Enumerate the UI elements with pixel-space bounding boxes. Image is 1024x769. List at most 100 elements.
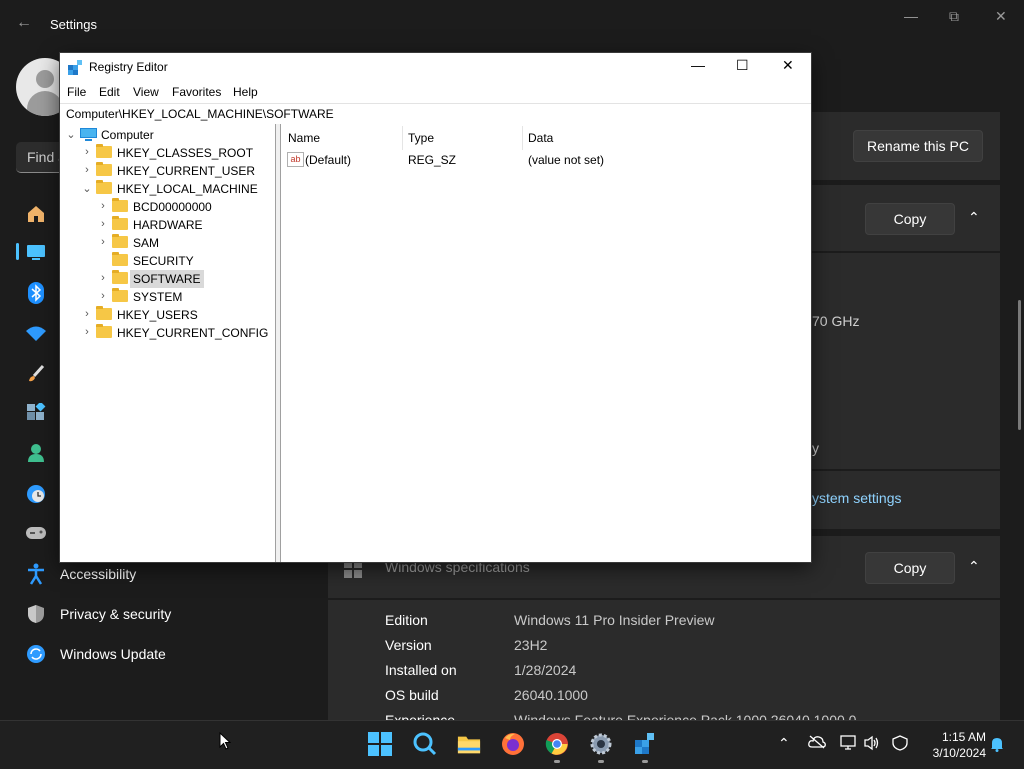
registry-editor-window: Registry Editor — ☐ ✕ File Edit View Fav… <box>60 53 811 562</box>
rename-pc-button[interactable]: Rename this PC <box>853 130 983 162</box>
clock-globe-icon[interactable] <box>25 483 47 505</box>
close-icon[interactable]: ✕ <box>782 57 794 74</box>
nav-item-windows-update[interactable]: Windows Update <box>60 646 166 662</box>
regedit-titlebar[interactable]: Registry Editor — ☐ ✕ <box>60 53 811 82</box>
chevron-right-icon[interactable]: › <box>97 272 109 284</box>
regedit-title: Registry Editor <box>89 60 168 74</box>
search-icon[interactable] <box>413 732 437 756</box>
regedit-app-icon <box>68 60 83 75</box>
folder-icon <box>96 306 112 321</box>
menu-edit[interactable]: Edit <box>99 85 120 99</box>
mouse-cursor-icon <box>219 731 232 753</box>
chevron-right-icon[interactable]: › <box>97 290 109 302</box>
wifi-icon[interactable] <box>25 322 47 344</box>
value-name: (Default) <box>305 153 352 167</box>
chevron-right-icon[interactable]: › <box>81 308 93 320</box>
menu-file[interactable]: File <box>67 85 86 99</box>
spec-label-installed: Installed on <box>385 662 457 678</box>
clock-time: 1:15 AM <box>941 730 986 744</box>
maximize-icon[interactable]: ☐ <box>736 57 749 74</box>
apps-icon[interactable] <box>25 402 47 424</box>
folder-icon <box>96 324 112 339</box>
chevron-right-icon[interactable]: › <box>81 326 93 338</box>
chevron-right-icon[interactable]: › <box>97 218 109 230</box>
advanced-system-settings-link[interactable]: ystem settings <box>812 490 901 506</box>
settings-gear-icon[interactable] <box>589 732 613 756</box>
chevron-right-icon[interactable]: › <box>81 164 93 176</box>
nav-item-accessibility[interactable]: Accessibility <box>60 566 136 582</box>
tree-label: HKEY_CURRENT_USER <box>117 164 256 178</box>
chevron-right-icon[interactable]: › <box>97 236 109 248</box>
chevron-down-icon[interactable]: ⌄ <box>81 182 93 195</box>
folder-open-icon <box>96 180 112 195</box>
network-icon[interactable] <box>840 735 858 754</box>
back-arrow-icon[interactable]: ← <box>16 14 32 32</box>
spec-label-edition: Edition <box>385 612 428 628</box>
chevron-down-icon[interactable]: ⌄ <box>65 128 77 141</box>
copy-device-specs-button[interactable]: Copy <box>865 203 955 235</box>
update-icon[interactable] <box>25 643 47 665</box>
address-bar[interactable]: Computer\HKEY_LOCAL_MACHINE\SOFTWARE <box>60 103 811 125</box>
taskbar-clock[interactable]: 1:15 AM 3/10/2024 <box>916 729 986 761</box>
running-indicator <box>598 760 604 763</box>
running-indicator <box>554 760 560 763</box>
chevron-right-icon[interactable]: › <box>81 146 93 158</box>
tree-label: SOFTWARE <box>130 270 204 288</box>
minimize-icon[interactable]: — <box>691 57 705 73</box>
regedit-menubar: File Edit View Favorites Help <box>60 82 811 102</box>
tree-label: HKEY_LOCAL_MACHINE <box>117 182 258 196</box>
folder-icon <box>112 252 128 267</box>
restore-icon[interactable]: ⧉ <box>949 8 959 25</box>
nav-item-privacy-security[interactable]: Privacy & security <box>60 606 171 622</box>
value-type: REG_SZ <box>408 153 457 167</box>
menu-view[interactable]: View <box>133 85 159 99</box>
chevron-right-icon[interactable]: › <box>97 200 109 212</box>
accessibility-icon[interactable] <box>25 563 47 585</box>
column-divider[interactable] <box>522 126 523 150</box>
chevron-up-icon[interactable]: ⌃ <box>968 558 980 575</box>
spec-value-os-build: 26040.1000 <box>514 687 588 703</box>
column-header-data[interactable]: Data <box>528 131 553 145</box>
gamepad-icon[interactable] <box>25 522 47 544</box>
regedit-icon[interactable] <box>633 732 657 756</box>
chrome-icon[interactable] <box>545 732 569 756</box>
tree-label: SYSTEM <box>133 290 183 304</box>
windows-logo-icon <box>344 560 362 581</box>
copy-windows-specs-button[interactable]: Copy <box>865 552 955 584</box>
system-icon[interactable] <box>25 241 47 263</box>
spec-partial-text: y <box>812 440 819 456</box>
chevron-up-icon[interactable]: ⌃ <box>778 735 790 752</box>
device-specs-body <box>812 253 1000 469</box>
value-data: (value not set) <box>528 153 605 167</box>
brush-icon[interactable] <box>25 363 47 385</box>
computer-icon <box>80 128 97 141</box>
cloud-offline-icon[interactable] <box>808 735 826 752</box>
menu-favorites[interactable]: Favorites <box>172 85 221 99</box>
shield-icon[interactable] <box>25 603 47 625</box>
file-explorer-icon[interactable] <box>457 732 481 756</box>
tree-label: SAM <box>133 236 160 250</box>
spec-label-version: Version <box>385 637 432 653</box>
accounts-icon[interactable] <box>25 442 47 464</box>
minimize-icon[interactable]: — <box>904 8 918 24</box>
column-divider[interactable] <box>402 126 403 150</box>
menu-help[interactable]: Help <box>233 85 258 99</box>
nav-selection-indicator <box>16 243 19 260</box>
column-header-type[interactable]: Type <box>408 131 434 145</box>
tree-label: SECURITY <box>133 254 194 268</box>
spec-value-edition: Windows 11 Pro Insider Preview <box>514 612 715 628</box>
start-icon[interactable] <box>368 732 392 756</box>
column-header-name[interactable]: Name <box>288 131 320 145</box>
bluetooth-icon[interactable] <box>25 282 47 304</box>
tree-label: BCD00000000 <box>133 200 212 214</box>
security-tray-icon[interactable] <box>891 735 909 754</box>
volume-icon[interactable] <box>863 735 881 754</box>
chevron-up-icon[interactable]: ⌃ <box>968 209 980 226</box>
processor-speed-partial: 70 GHz <box>812 313 860 329</box>
settings-scrollbar[interactable] <box>1018 300 1021 430</box>
firefox-icon[interactable] <box>501 732 525 756</box>
tree-label: HARDWARE <box>133 218 203 232</box>
close-icon[interactable]: ✕ <box>995 8 1007 25</box>
home-icon[interactable] <box>25 203 47 225</box>
notification-bell-icon[interactable] <box>989 736 1005 755</box>
